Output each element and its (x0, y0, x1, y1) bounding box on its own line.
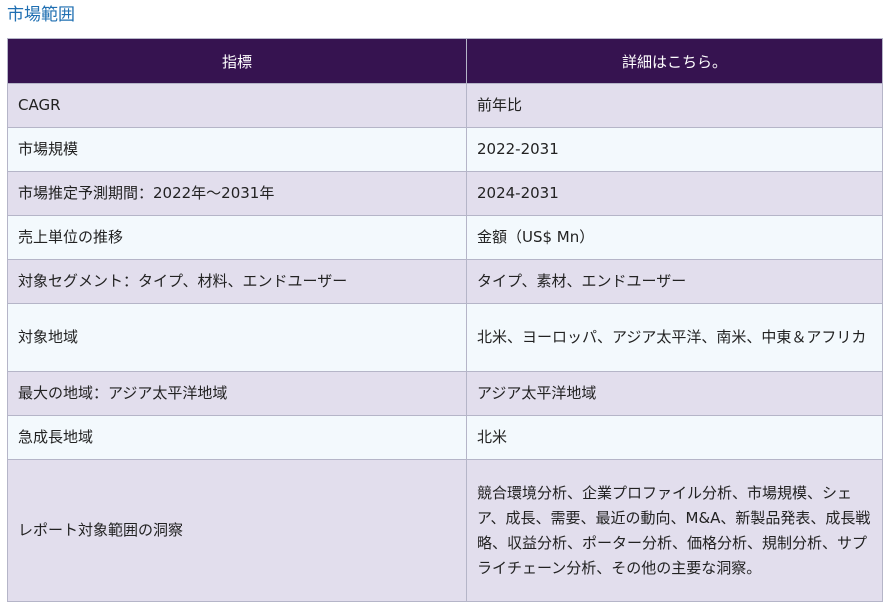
metric-cell: 市場推定予測期間：2022年～2031年 (7, 171, 467, 216)
table-row: 対象地域 北米、ヨーロッパ、アジア太平洋、南米、中東＆アフリカ (7, 303, 883, 372)
table-row: 最大の地域：アジア太平洋地域 アジア太平洋地域 (7, 371, 883, 416)
section-title: 市場範囲 (7, 5, 75, 25)
table-row: 市場規模 2022-2031 (7, 127, 883, 172)
detail-cell: 前年比 (466, 83, 883, 128)
detail-cell: 金額（US$ Mn） (466, 215, 883, 260)
table-row: 市場推定予測期間：2022年～2031年 2024-2031 (7, 171, 883, 216)
detail-cell: 北米、ヨーロッパ、アジア太平洋、南米、中東＆アフリカ (466, 303, 883, 372)
metric-cell: 対象セグメント：タイプ、材料、エンドユーザー (7, 259, 467, 304)
table-row: 対象セグメント：タイプ、材料、エンドユーザー タイプ、素材、エンドユーザー (7, 259, 883, 304)
metric-cell: 急成長地域 (7, 415, 467, 460)
table-row: 急成長地域 北米 (7, 415, 883, 460)
detail-cell: タイプ、素材、エンドユーザー (466, 259, 883, 304)
table-row: レポート対象範囲の洞察 競合環境分析、企業プロファイル分析、市場規模、シェア、成… (7, 459, 883, 602)
metric-cell: CAGR (7, 83, 467, 128)
detail-cell: アジア太平洋地域 (466, 371, 883, 416)
table-header-row: 指標 詳細はこちら。 (7, 38, 883, 84)
metric-cell: 最大の地域：アジア太平洋地域 (7, 371, 467, 416)
metric-cell: 対象地域 (7, 303, 467, 372)
detail-cell: 2022-2031 (466, 127, 883, 172)
header-metric: 指標 (7, 38, 467, 84)
market-scope-table: 指標 詳細はこちら。 CAGR 前年比 市場規模 2022-2031 市場推定予… (7, 38, 883, 602)
detail-cell: 競合環境分析、企業プロファイル分析、市場規模、シェア、成長、需要、最近の動向、M… (466, 459, 883, 602)
metric-cell: レポート対象範囲の洞察 (7, 459, 467, 602)
detail-cell: 2024-2031 (466, 171, 883, 216)
detail-cell: 北米 (466, 415, 883, 460)
table-row: 売上単位の推移 金額（US$ Mn） (7, 215, 883, 260)
header-detail: 詳細はこちら。 (466, 38, 883, 84)
metric-cell: 売上単位の推移 (7, 215, 467, 260)
table-row: CAGR 前年比 (7, 83, 883, 128)
metric-cell: 市場規模 (7, 127, 467, 172)
